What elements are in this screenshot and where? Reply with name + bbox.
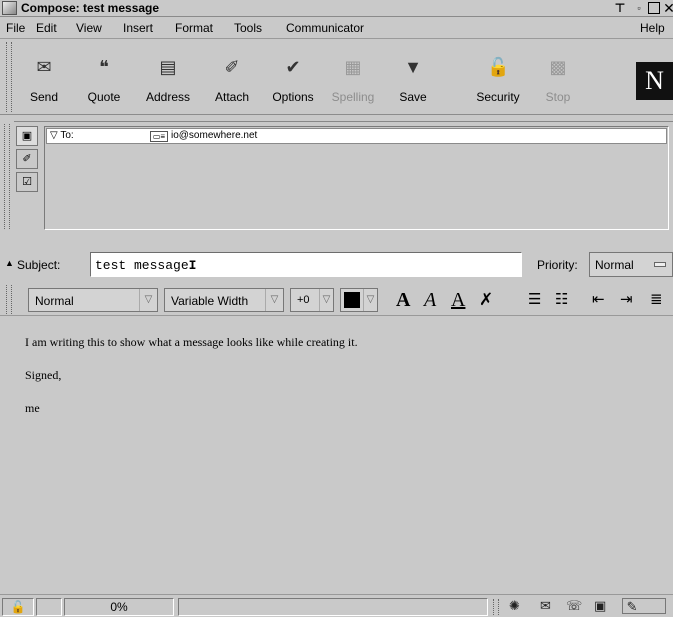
address-book-icon: ▤ [159,57,177,77]
dropdown-arrow-icon: ▽ [265,289,283,311]
navigator-icon[interactable]: ✺ [509,598,520,614]
triangle-down-icon: ▽ [50,130,58,141]
pin-icon[interactable]: ⊤ [613,1,627,15]
discussions-icon[interactable]: ☏ [566,598,582,614]
color-swatch [344,292,360,308]
options-tab[interactable]: ☑ [16,172,38,192]
subject-label: Subject: [17,258,61,272]
menu-edit[interactable]: Edit [36,21,57,35]
spelling-icon: ▦ [344,57,362,77]
close-icon[interactable]: ✕ [662,1,673,15]
mailbox-icon[interactable]: ✉ [540,598,551,614]
dropdown-arrow-icon: ▽ [363,289,377,311]
dropdown-arrow-icon: ▽ [319,289,333,311]
progress-indicator: 0% [64,598,174,616]
menu-bar: File Edit View Insert Format Tools Commu… [0,18,673,39]
window-title: Compose: test message [21,1,160,15]
recipient-address[interactable]: io@somewhere.net [171,130,257,141]
collapse-triangle-icon[interactable]: ▲ [5,258,14,268]
quote-icon: ❝ [99,57,109,77]
address-card-icon: ▭≡ [150,131,168,142]
address-grip[interactable] [4,124,10,229]
attach-button[interactable]: ✐ Attach [202,52,262,112]
quote-button[interactable]: ❝ Quote [74,52,134,112]
status-message [178,598,488,616]
body-line: Signed, [25,368,62,382]
send-button[interactable]: ✉ Send [14,52,74,112]
indent-icon[interactable]: ⇥ [620,290,633,310]
menu-tools[interactable]: Tools [234,21,262,35]
alignment-icon[interactable]: ≣ [650,290,663,310]
bullet-list-icon[interactable]: ☰ [528,290,541,310]
priority-label: Priority: [537,258,578,272]
paperclip-icon: ✐ [22,153,32,165]
recipient-row[interactable]: ▽ To: ▭≡ io@somewhere.net [46,128,667,144]
option-menu-icon [654,262,666,267]
save-icon: ▼ [404,57,422,77]
menu-insert[interactable]: Insert [123,21,153,35]
status-spacer [36,598,62,616]
status-bar: 🔓 0% ✺ ✉ ☏ ▣ ✎ [0,594,673,617]
menu-communicator[interactable]: Communicator [286,21,364,35]
address-button[interactable]: ▤ Address [138,52,198,112]
security-button[interactable]: 🔓 Security [468,52,528,112]
netscape-logo[interactable]: N [636,62,673,100]
composer-icon[interactable]: ✎ [622,598,666,614]
menu-help[interactable]: Help [640,21,665,35]
body-line: me [25,401,40,415]
text-color-select[interactable]: ▽ [340,288,378,312]
menu-format[interactable]: Format [175,21,213,35]
address-card-icon: ▣ [21,130,33,142]
paperclip-icon: ✐ [224,57,240,77]
menu-view[interactable]: View [76,21,102,35]
options-icon: ☑ [22,176,32,188]
stop-button[interactable]: ▩ Stop [528,52,588,112]
recipient-list[interactable]: ▽ To: ▭≡ io@somewhere.net [44,126,669,230]
menu-file[interactable]: File [6,21,25,35]
font-select[interactable]: Variable Width ▽ [164,288,284,312]
underline-button[interactable]: A [451,290,465,310]
format-grip[interactable] [6,285,12,314]
subject-input[interactable]: test messageI [90,252,522,277]
options-icon: ✔ [285,57,301,77]
address-tabs: ▣ ✐ ☑ [14,124,42,229]
main-toolbar: ✉ Send ❝ Quote ▤ Address ✐ Attach ✔ Opti… [0,40,673,115]
bold-button[interactable]: A [396,290,410,310]
address-pane: ▣ ✐ ☑ ▽ To: ▭≡ io@somewhere.net [4,121,673,238]
maximize-icon[interactable] [648,2,660,14]
outdent-icon[interactable]: ⇤ [592,290,605,310]
title-bar: Compose: test message ⊤ ▫ ✕ [0,0,673,17]
attachments-tab[interactable]: ✐ [16,149,38,169]
address-type-select[interactable]: ▽ To: [50,130,74,141]
body-line: I am writing this to show what a message… [25,335,358,349]
component-bar-grip[interactable] [493,599,499,615]
message-body[interactable]: I am writing this to show what a message… [14,317,673,586]
text-cursor: I [188,258,197,273]
security-status-icon[interactable]: 🔓 [2,598,34,616]
address-book-icon[interactable]: ▣ [594,598,606,614]
lock-icon: 🔓 [487,57,510,77]
clear-styles-button[interactable]: ✗ [479,290,493,310]
address-tab[interactable]: ▣ [16,126,38,146]
font-size-select[interactable]: +0 ▽ [290,288,334,312]
send-icon: ✉ [36,57,52,77]
minimize-icon[interactable]: ▫ [632,1,646,15]
options-button[interactable]: ✔ Options [263,52,323,112]
toolbar-grip[interactable] [6,42,12,112]
format-toolbar: Normal ▽ Variable Width ▽ +0 ▽ ▽ A A A ✗… [0,283,673,316]
spelling-button[interactable]: ▦ Spelling [323,52,383,112]
app-icon[interactable] [2,1,17,15]
italic-button[interactable]: A [424,290,436,310]
save-button[interactable]: ▼ Save [383,52,443,112]
numbered-list-icon[interactable]: ☷ [555,290,568,310]
dropdown-arrow-icon: ▽ [139,289,157,311]
priority-select[interactable]: Normal [589,252,673,277]
paragraph-style-select[interactable]: Normal ▽ [28,288,158,312]
stop-icon: ▩ [549,57,567,77]
subject-row: ▲ Subject: test messageI Priority: Norma… [0,248,673,278]
